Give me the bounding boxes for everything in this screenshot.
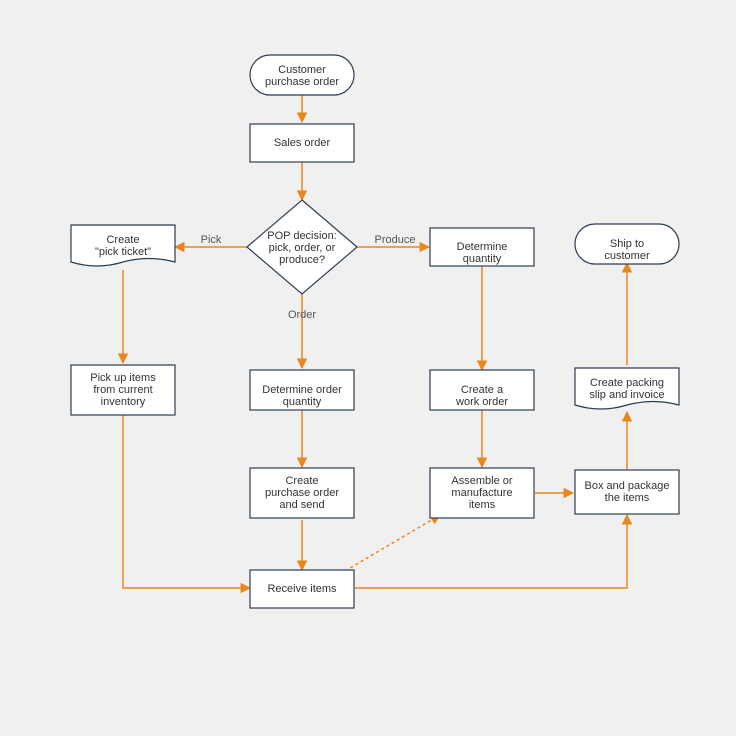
edge-label-produce: Produce — [375, 234, 416, 246]
node-pickup-items: Pick up itemsfrom currentinventory — [71, 365, 175, 415]
node-receive-items-text: Receive items — [267, 583, 337, 595]
node-pop-decision: POP decision:pick, order, orproduce? — [247, 200, 357, 294]
node-create-po-send: Createpurchase orderand send — [250, 468, 354, 518]
node-create-work-order-text: Create awork order — [455, 384, 508, 408]
edge-label-pick: Pick — [201, 234, 222, 246]
node-create-packing: Create packingslip and invoice — [575, 368, 679, 409]
node-ship: Ship tocustomer — [575, 224, 679, 264]
node-ship-text: Ship tocustomer — [604, 238, 650, 262]
edge-receive-to-assemble — [340, 515, 440, 574]
node-determine-qty-text: Determinequantity — [457, 241, 508, 265]
node-create-work-order: Create awork order — [430, 370, 534, 410]
node-customer-po: Customerpurchase order — [250, 55, 354, 95]
node-assemble: Assemble ormanufactureitems — [430, 468, 534, 518]
node-create-pick-ticket: Create"pick ticket" — [71, 225, 175, 266]
node-create-packing-text: Create packingslip and invoice — [589, 377, 664, 401]
node-sales-order: Sales order — [250, 124, 354, 162]
edge-pickup-to-receive — [123, 415, 250, 588]
node-box-package: Box and packagethe items — [575, 470, 679, 514]
node-determine-qty: Determinequantity — [430, 228, 534, 266]
flowchart-canvas: Pick Produce Order Customerpurchase orde… — [0, 0, 736, 736]
node-sales-order-text: Sales order — [274, 137, 331, 149]
node-determine-order-qty: Determine orderquantity — [250, 370, 354, 410]
edge-receive-to-box — [355, 515, 627, 588]
node-receive-items: Receive items — [250, 570, 354, 608]
edge-label-order: Order — [288, 309, 316, 321]
